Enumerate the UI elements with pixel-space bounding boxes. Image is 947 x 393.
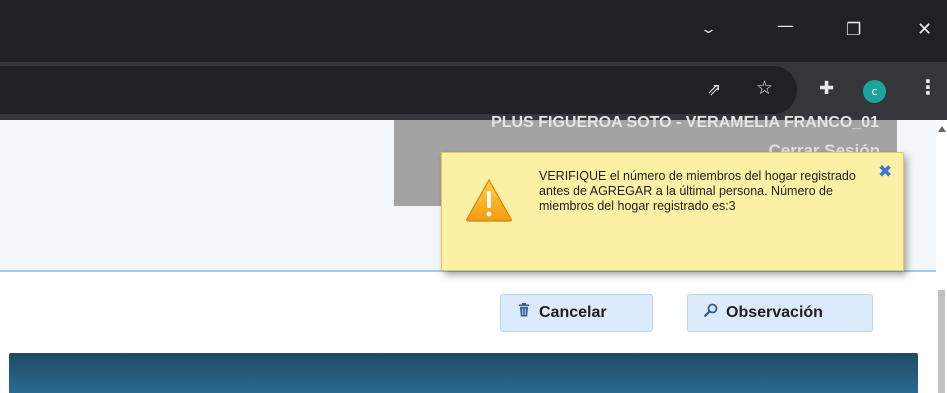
tab-search-chevron-icon[interactable]: ⌄: [700, 20, 717, 40]
bookmark-star-icon[interactable]: ☆: [756, 78, 773, 98]
close-alert-icon[interactable]: ✖: [878, 164, 892, 181]
browser-menu-icon[interactable]: ⋮: [918, 77, 938, 97]
scroll-up-arrow-icon[interactable]: [938, 126, 946, 132]
browser-title-bar: ⌄ — ❐ ✕: [0, 0, 947, 62]
content-section-header: [9, 353, 918, 393]
share-icon[interactable]: ⇗: [707, 80, 721, 100]
page-viewport: PLUS FIGUEROA SOTO - VERAMELIA FRANCO_01…: [0, 114, 947, 393]
observation-button[interactable]: Observación: [687, 294, 873, 332]
warning-icon: [466, 178, 512, 222]
close-window-button[interactable]: ✕: [917, 20, 932, 40]
scrollbar-thumb[interactable]: [938, 290, 945, 393]
cancel-button[interactable]: Cancelar: [500, 294, 653, 332]
observation-button-label: Observación: [726, 304, 823, 321]
trash-icon: [515, 295, 533, 331]
restore-button[interactable]: ❐: [846, 20, 861, 40]
warning-alert: VERIFIQUE el número de miembros del hoga…: [441, 152, 904, 271]
profile-avatar[interactable]: c: [863, 80, 886, 103]
browser-toolbar: ⇗ ☆ ✚ c ⋮: [0, 62, 947, 120]
alert-message: VERIFIQUE el número de miembros del hoga…: [539, 169, 856, 213]
address-bar[interactable]: [0, 66, 797, 114]
search-icon: [702, 295, 720, 331]
minimize-button[interactable]: —: [777, 16, 794, 36]
cancel-button-label: Cancelar: [539, 304, 607, 321]
action-bar: Cancelar Observación: [0, 274, 936, 346]
user-name: PLUS FIGUEROA SOTO - VERAMELIA FRANCO_01: [491, 114, 879, 131]
extensions-puzzle-icon[interactable]: ✚: [819, 79, 834, 99]
